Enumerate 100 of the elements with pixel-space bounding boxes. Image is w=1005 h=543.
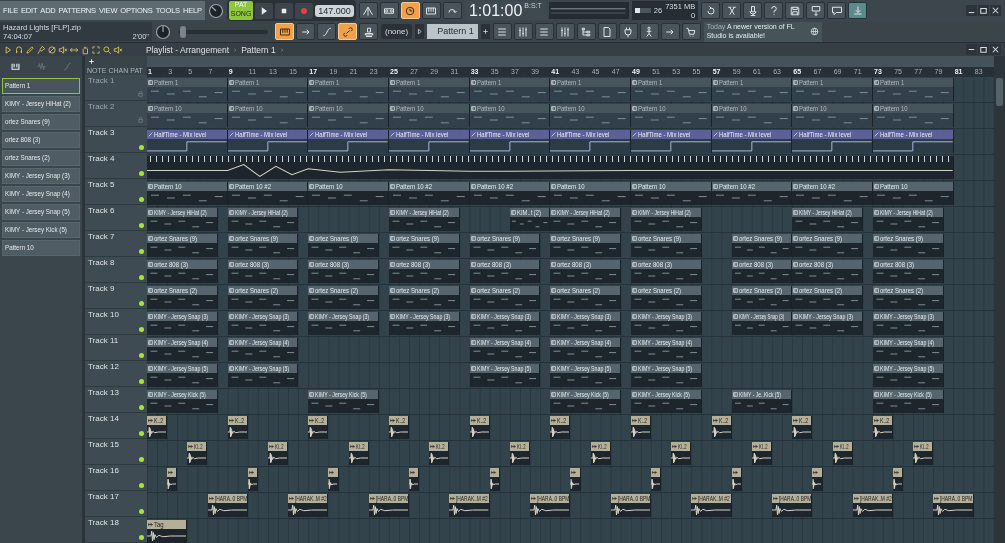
audio-clip[interactable]	[893, 468, 904, 491]
mute-icon[interactable]	[47, 44, 57, 55]
audio-clip[interactable]	[812, 468, 823, 491]
tempo-display[interactable]: 147.000	[315, 4, 354, 17]
arrow-button[interactable]	[296, 23, 315, 40]
audio-clip[interactable]	[731, 468, 742, 491]
pattern-list-item[interactable]: KIMY - Jersey Snap (4)	[2, 186, 80, 202]
maximize-icon[interactable]	[978, 5, 989, 16]
track-enabled-led[interactable]	[139, 405, 144, 410]
hand-icon[interactable]	[80, 44, 90, 55]
knob-icon[interactable]	[155, 23, 171, 40]
sliders-button[interactable]	[555, 23, 575, 40]
globe-icon[interactable]	[809, 27, 819, 36]
pattern-list-item[interactable]: Pattern 1	[2, 78, 80, 94]
audio-clip[interactable]	[651, 468, 662, 491]
clip-label: KIMY - Jersey Snap (3)	[880, 312, 935, 321]
select-icon[interactable]	[91, 44, 101, 55]
add-icon[interactable]	[87, 57, 96, 66]
speaker-icon[interactable]	[113, 44, 123, 55]
track-enabled-led[interactable]	[139, 509, 144, 514]
plug-button[interactable]	[618, 23, 638, 40]
download-button[interactable]	[848, 2, 868, 19]
minimize-icon[interactable]	[966, 44, 977, 55]
refresh-button[interactable]	[701, 2, 721, 19]
pitch-slider-thumb[interactable]	[179, 25, 186, 38]
track-enabled-led[interactable]	[139, 431, 144, 436]
audio-clip[interactable]	[489, 468, 500, 491]
list-button[interactable]	[492, 23, 512, 40]
close-icon[interactable]	[990, 44, 1001, 55]
sliders-button[interactable]	[513, 23, 533, 40]
strip-clip[interactable]	[147, 156, 954, 179]
cart-button[interactable]	[681, 23, 701, 40]
track-enabled-led[interactable]	[139, 249, 144, 254]
track-enabled-led[interactable]	[139, 535, 144, 540]
audio-clip[interactable]	[570, 468, 581, 491]
track-enabled-led[interactable]	[139, 301, 144, 306]
tape-button[interactable]	[379, 2, 399, 19]
link-button[interactable]	[338, 23, 357, 40]
track-enabled-led[interactable]	[139, 457, 144, 462]
pattern-list-item[interactable]: KIMY - Jersey Snap (5)	[2, 204, 80, 220]
peak-button[interactable]	[358, 2, 378, 19]
pattern-list-item[interactable]: ortez Snares (9)	[2, 114, 80, 130]
stamp-button[interactable]	[359, 23, 378, 40]
clip-label: KI..2	[759, 442, 768, 451]
zoom-icon[interactable]	[102, 44, 112, 55]
play-icon[interactable]	[3, 44, 13, 55]
add-icon[interactable]	[480, 24, 490, 39]
export-button[interactable]	[806, 2, 826, 19]
audio-clip[interactable]	[328, 468, 339, 491]
stop-button[interactable]	[275, 2, 294, 19]
document-button[interactable]	[597, 23, 617, 40]
pattern-list-item[interactable]: ortez Snares (2)	[2, 150, 80, 166]
track-enabled-led[interactable]	[139, 145, 144, 150]
help-button[interactable]	[764, 2, 784, 19]
maximize-icon[interactable]	[978, 44, 989, 55]
pattern-list-item[interactable]: Pattern 10	[2, 240, 80, 256]
audio-clip[interactable]	[409, 468, 420, 491]
clock-button[interactable]	[400, 2, 420, 19]
folder-tree-button[interactable]	[576, 23, 596, 40]
magnet-icon[interactable]	[14, 44, 24, 55]
pattern-list-item[interactable]: KIMY - Jersey Kick (5)	[2, 222, 80, 238]
pattern-icon	[793, 236, 799, 241]
track-enabled-led[interactable]	[139, 275, 144, 280]
loop-button[interactable]	[442, 2, 462, 19]
track-enabled-led[interactable]	[139, 483, 144, 488]
minimize-icon[interactable]	[966, 5, 977, 16]
microphone-button[interactable]	[743, 2, 763, 19]
play-button[interactable]	[255, 2, 274, 19]
track-enabled-led[interactable]	[139, 197, 144, 202]
pattern-icon	[309, 106, 315, 111]
pattern-selector[interactable]: Pattern 1	[427, 24, 478, 39]
play-icon[interactable]	[415, 24, 425, 39]
clip-label: KIMY - Jersey Snap (3)	[638, 312, 693, 321]
pattern-list-item[interactable]: ortez 808 (3)	[2, 132, 80, 148]
breadcrumb-link[interactable]: Pattern 1	[241, 44, 276, 55]
keyboard-button[interactable]	[421, 2, 441, 19]
save-button[interactable]	[785, 2, 805, 19]
scrollbar[interactable]	[994, 56, 1005, 543]
chat-button[interactable]	[827, 2, 847, 19]
speaker-icon[interactable]	[58, 44, 68, 55]
track-enabled-led[interactable]	[139, 379, 144, 384]
pattern-list-item[interactable]: KIMY - Jersey Snap (3)	[2, 168, 80, 184]
knob-icon[interactable]	[207, 2, 224, 19]
pencil-icon[interactable]	[25, 44, 35, 55]
close-icon[interactable]	[990, 5, 1001, 16]
clip-label: HalfTime - Mix level	[476, 130, 530, 139]
arrow-button[interactable]	[660, 23, 680, 40]
track-enabled-led[interactable]	[139, 327, 144, 332]
pattern-list-item[interactable]: KIMY - Jersey HiHat (2)	[2, 96, 80, 112]
track-enabled-led[interactable]	[139, 171, 144, 176]
list-button[interactable]	[534, 23, 554, 40]
figure-button[interactable]	[639, 23, 659, 40]
track-enabled-led[interactable]	[139, 223, 144, 228]
snap-dropdown[interactable]: (none)	[381, 24, 413, 39]
audio-clip[interactable]	[247, 468, 258, 491]
curve-button[interactable]	[317, 23, 336, 40]
audio-clip[interactable]	[167, 468, 178, 491]
scissors-button[interactable]	[722, 2, 742, 19]
track-enabled-led[interactable]	[139, 353, 144, 358]
brush-icon[interactable]	[36, 44, 46, 55]
